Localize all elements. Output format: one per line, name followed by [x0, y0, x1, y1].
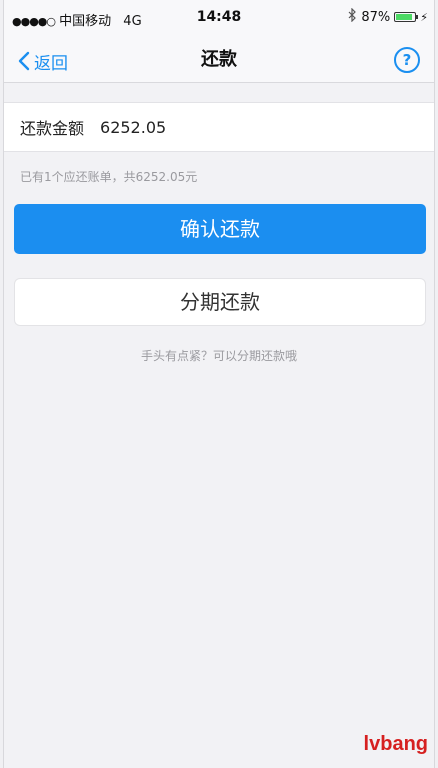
installment-repayment-button[interactable]: 分期还款	[14, 278, 426, 326]
phone-screen: ●●●●○ 中国移动 4G 14:48 87% ⚡ 返回 还款 ? 还款金额 6…	[3, 0, 435, 768]
help-icon[interactable]: ?	[394, 47, 420, 73]
page-title: 还款	[201, 49, 237, 70]
battery-percent: 87%	[361, 9, 391, 25]
confirm-repayment-button[interactable]: 确认还款	[14, 204, 426, 254]
amount-label: 还款金额	[20, 119, 85, 138]
repayment-amount-row: 还款金额 6252.05	[4, 102, 434, 152]
status-right: 87% ⚡	[348, 7, 428, 26]
bill-hint: 已有1个应还账单，共6252.05元	[20, 170, 198, 184]
charging-icon: ⚡	[420, 10, 428, 24]
bluetooth-icon	[348, 7, 357, 26]
navigation-bar: 返回 还款 ?	[4, 40, 434, 83]
battery-icon	[394, 12, 419, 22]
watermark-logo: lvbang	[363, 733, 428, 755]
status-bar: ●●●●○ 中国移动 4G 14:48 87% ⚡	[4, 0, 434, 40]
installment-tip: 手头有点紧？可以分期还款哦	[140, 349, 297, 363]
amount-value: 6252.05	[100, 117, 167, 137]
battery-fill	[396, 14, 412, 20]
